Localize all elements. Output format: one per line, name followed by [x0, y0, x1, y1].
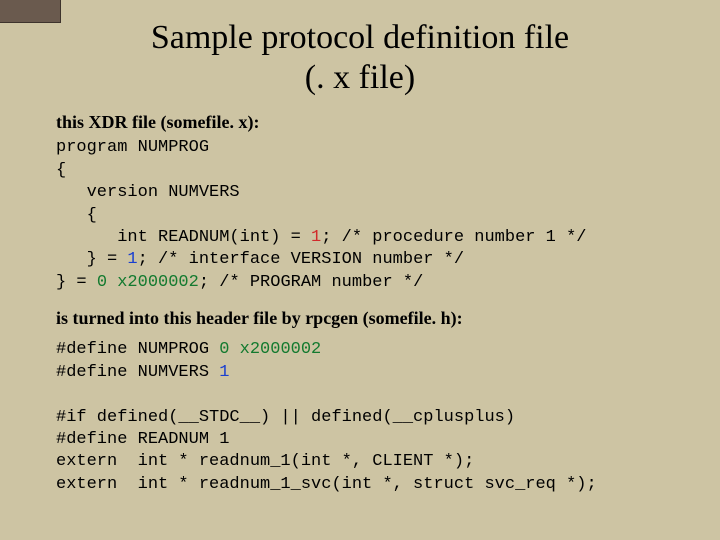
header-lead: is turned into this header file by rpcge…	[56, 308, 664, 329]
slide-title: Sample protocol definition file (. x fil…	[56, 18, 664, 98]
code-line: #define NUMVERS	[56, 363, 219, 382]
code-line: } =	[56, 273, 97, 292]
code-line: program NUMPROG	[56, 138, 209, 157]
code-line: } =	[56, 250, 127, 269]
code-line: extern int * readnum_1(int *, CLIENT *);	[56, 452, 474, 471]
slide-body: Sample protocol definition file (. x fil…	[0, 0, 720, 530]
proc-number: 1	[311, 228, 321, 247]
code-line: int READNUM(int) =	[56, 228, 311, 247]
version-number: 1	[127, 250, 137, 269]
code-line: #define NUMPROG	[56, 340, 219, 359]
code-line: version NUMVERS	[56, 183, 240, 202]
version-number: 1	[219, 363, 229, 382]
corner-tab	[0, 0, 61, 23]
header-code-block: #define NUMPROG 0 x2000002 #define NUMVE…	[56, 339, 664, 496]
code-line: #define READNUM 1	[56, 430, 229, 449]
code-line: #if defined(__STDC__) || defined(__cplus…	[56, 408, 515, 427]
code-line: ; /* interface VERSION number */	[138, 250, 464, 269]
program-number: 0 x2000002	[219, 340, 321, 359]
title-line-1: Sample protocol definition file	[151, 19, 569, 56]
code-line: {	[56, 206, 97, 225]
code-line: extern int * readnum_1_svc(int *, struct…	[56, 475, 597, 494]
code-line: ; /* procedure number 1 */	[321, 228, 586, 247]
code-line: {	[56, 161, 66, 180]
program-number: 0 x2000002	[97, 273, 199, 292]
code-line: ; /* PROGRAM number */	[199, 273, 423, 292]
xdr-code-block: program NUMPROG { version NUMVERS { int …	[56, 137, 664, 294]
xdr-lead: this XDR file (somefile. x):	[56, 112, 664, 133]
title-line-2: (. x file)	[305, 59, 415, 96]
